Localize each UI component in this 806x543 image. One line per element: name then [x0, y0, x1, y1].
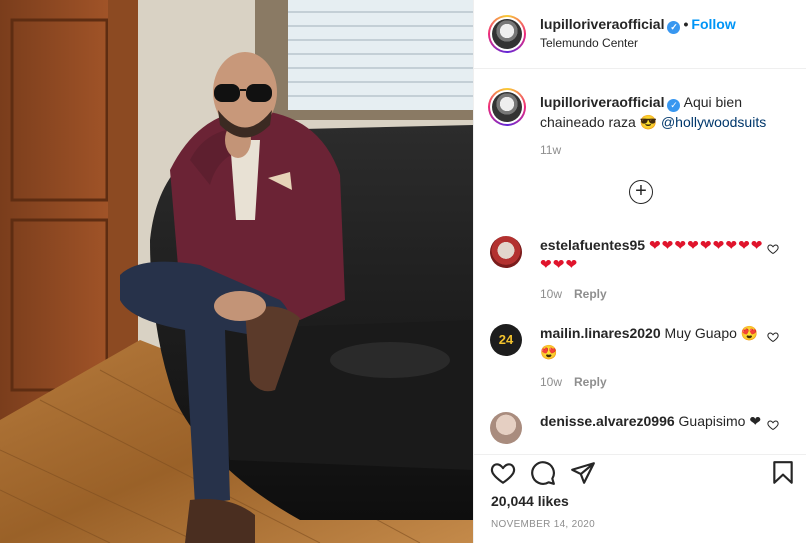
comment-like-heart-icon[interactable]	[767, 243, 779, 258]
separator-dot: •	[683, 16, 689, 32]
author-avatar-image	[492, 19, 522, 49]
comment-like-heart-icon[interactable]	[767, 331, 779, 346]
post-caption: lupilloriveraofficial ✓ Aqui bien chainea…	[474, 70, 806, 170]
comment-timestamp[interactable]: 10w	[540, 375, 562, 389]
likes-count[interactable]: 20,044 likes	[491, 493, 569, 509]
caption-author-avatar-image	[492, 92, 522, 122]
post-location[interactable]: Telemundo Center	[540, 36, 638, 50]
post-photo-illustration	[0, 0, 473, 543]
verified-badge-icon: ✓	[667, 99, 681, 112]
commenter-username[interactable]: denisse.alvarez0996	[540, 413, 675, 429]
post-header: lupilloriveraofficial ✓ • Follow Telemundo …	[474, 0, 806, 69]
verified-badge-icon: ✓	[667, 21, 681, 34]
comment-text: Guapisimo ❤	[678, 413, 762, 429]
caption-text-block: lupilloriveraofficial ✓ Aqui bien chainea…	[540, 92, 788, 132]
caption-username[interactable]: lupilloriveraofficial	[540, 94, 664, 110]
comment-body: mailin.linares2020 Muy Guapo 😍😍	[540, 324, 770, 362]
follow-button[interactable]: Follow	[691, 16, 735, 32]
heart-icon[interactable]	[490, 460, 518, 488]
commenter-avatar[interactable]	[490, 236, 522, 268]
commenter-username[interactable]: estelafuentes95	[540, 237, 645, 253]
post-photo[interactable]	[0, 0, 473, 543]
author-username-row: lupilloriveraofficial ✓ • Follow	[540, 16, 736, 34]
comment-meta: 10w Reply	[540, 375, 607, 389]
paper-plane-icon[interactable]	[570, 460, 598, 488]
comment-body: denisse.alvarez0996 Guapisimo ❤	[540, 412, 770, 431]
reply-button[interactable]: Reply	[574, 287, 607, 301]
author-username[interactable]: lupilloriveraofficial	[540, 16, 664, 32]
comment-like-heart-icon[interactable]	[767, 419, 779, 434]
commenter-username[interactable]: mailin.linares2020	[540, 325, 661, 341]
post-side-panel: lupilloriveraofficial ✓ • Follow Telemundo …	[473, 0, 806, 543]
author-avatar[interactable]	[488, 15, 526, 53]
comment-timestamp[interactable]: 10w	[540, 287, 562, 301]
comment-icon[interactable]	[530, 460, 558, 488]
post-actions-bar: 20,044 likes NOVEMBER 14, 2020	[474, 454, 806, 543]
reply-button[interactable]: Reply	[574, 375, 607, 389]
comment-body: estelafuentes95 ❤❤❤❤❤❤❤❤❤❤❤❤	[540, 236, 770, 274]
caption-author-avatar[interactable]	[488, 88, 526, 126]
bookmark-icon[interactable]	[770, 460, 798, 488]
caption-timestamp[interactable]: 11w	[540, 143, 561, 157]
caption-mention-link[interactable]: @hollywoodsuits	[661, 114, 766, 130]
load-more-comments-button[interactable]: +	[629, 180, 653, 204]
commenter-avatar[interactable]: 24	[490, 324, 522, 356]
comment-meta: 10w Reply	[540, 287, 607, 301]
commenter-avatar[interactable]	[490, 412, 522, 444]
post-date[interactable]: NOVEMBER 14, 2020	[491, 519, 595, 530]
